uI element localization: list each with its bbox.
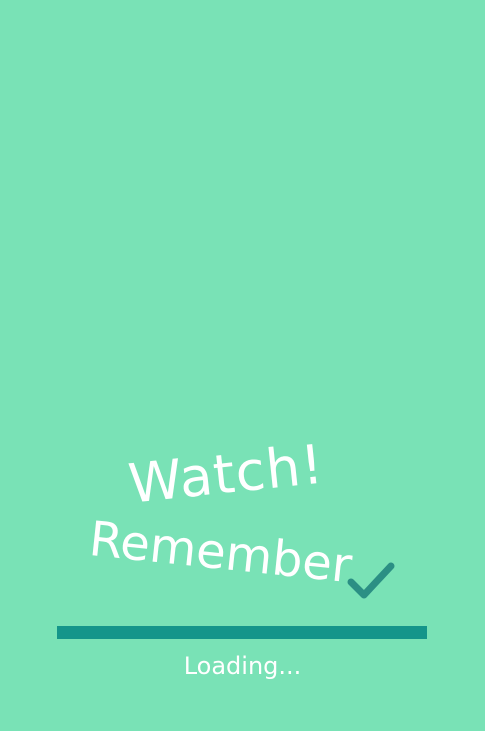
app-logo: Watch! Remember [0,0,485,731]
loading-progress-fill [57,626,427,639]
splash-screen: Watch! Remember Loading... [0,0,485,731]
loading-progress-bar [57,626,427,639]
checkmark-icon [347,562,395,599]
logo-text-remember: Remember [86,511,355,595]
logo-text-watch: Watch! [125,432,327,516]
loading-label: Loading... [183,652,302,680]
